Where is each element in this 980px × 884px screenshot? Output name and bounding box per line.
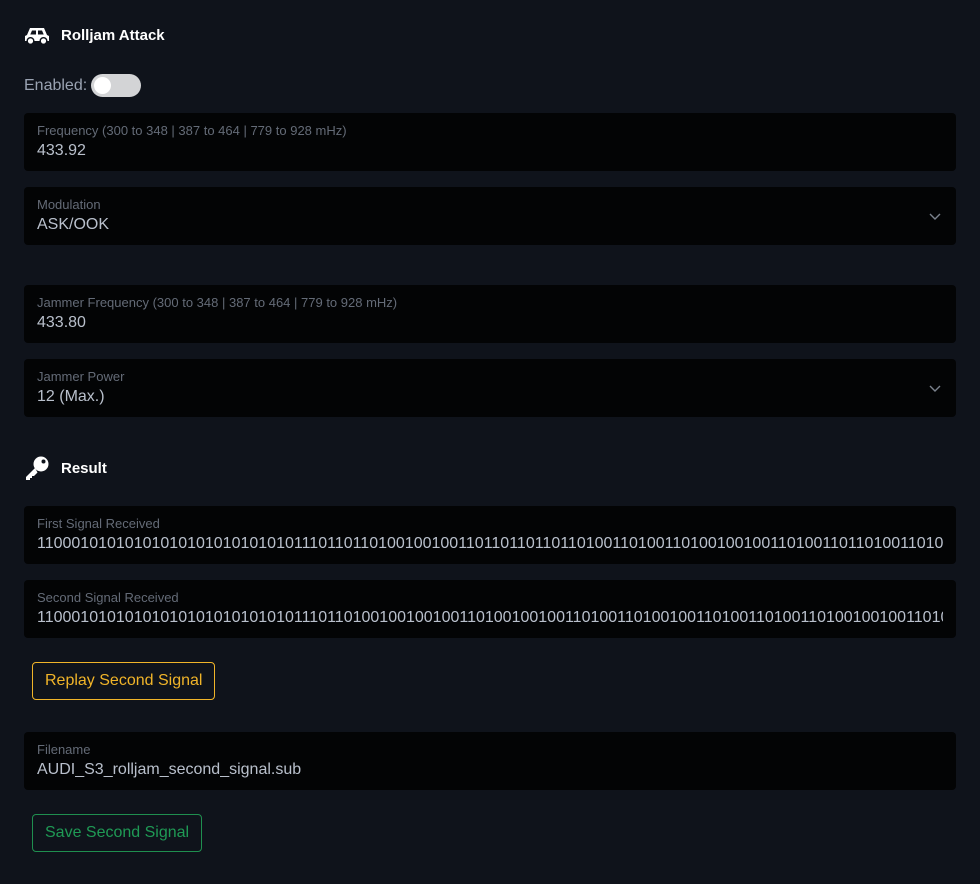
car-icon xyxy=(24,24,50,46)
second-signal-field[interactable]: Second Signal Received 11000101010101010… xyxy=(24,580,956,638)
modulation-label: Modulation xyxy=(37,197,101,212)
section-title-rolljam: Rolljam Attack xyxy=(61,26,165,44)
second-signal-label: Second Signal Received xyxy=(37,590,179,605)
jammer-power-value[interactable]: 12 (Max.) xyxy=(37,387,943,406)
enabled-row: Enabled: xyxy=(24,74,142,97)
save-second-signal-button[interactable]: Save Second Signal xyxy=(32,814,203,852)
jammer-frequency-field[interactable]: Jammer Frequency (300 to 348 | 387 to 46… xyxy=(24,285,956,343)
result-header: Result xyxy=(24,456,107,480)
filename-label: Filename xyxy=(37,742,91,757)
modulation-select[interactable]: Modulation ASK/OOK xyxy=(24,187,956,245)
rolljam-header: Rolljam Attack xyxy=(24,24,165,46)
replay-second-signal-button[interactable]: Replay Second Signal xyxy=(32,662,216,700)
filename-field[interactable]: Filename AUDI_S3_rolljam_second_signal.s… xyxy=(24,732,956,790)
filename-input[interactable]: AUDI_S3_rolljam_second_signal.sub xyxy=(37,760,943,779)
modulation-value[interactable]: ASK/OOK xyxy=(37,215,943,234)
frequency-input[interactable]: 433.92 xyxy=(37,141,943,160)
jammer-frequency-label: Jammer Frequency (300 to 348 | 387 to 46… xyxy=(37,295,398,310)
chevron-down-icon[interactable] xyxy=(928,209,942,223)
toggle-knob xyxy=(94,77,112,94)
frequency-label: Frequency (300 to 348 | 387 to 464 | 779… xyxy=(37,123,347,138)
first-signal-field[interactable]: First Signal Received 110001010101010101… xyxy=(24,506,956,564)
jammer-frequency-input[interactable]: 433.80 xyxy=(37,313,943,332)
frequency-field[interactable]: Frequency (300 to 348 | 387 to 464 | 779… xyxy=(24,113,956,171)
chevron-down-icon[interactable] xyxy=(928,381,942,395)
enabled-toggle[interactable] xyxy=(91,74,142,97)
section-title-result: Result xyxy=(61,459,107,477)
second-signal-value[interactable]: 1100010101010101010101010101011101101001… xyxy=(37,608,943,627)
key-icon xyxy=(24,456,50,480)
jammer-power-select[interactable]: Jammer Power 12 (Max.) xyxy=(24,359,956,417)
rolljam-panel: Rolljam Attack Enabled: Frequency (300 t… xyxy=(0,0,980,884)
first-signal-value[interactable]: 1100010101010101010101010101011101101101… xyxy=(37,534,943,553)
jammer-power-label: Jammer Power xyxy=(37,369,125,384)
enabled-label: Enabled: xyxy=(24,76,88,94)
first-signal-label: First Signal Received xyxy=(37,516,160,531)
